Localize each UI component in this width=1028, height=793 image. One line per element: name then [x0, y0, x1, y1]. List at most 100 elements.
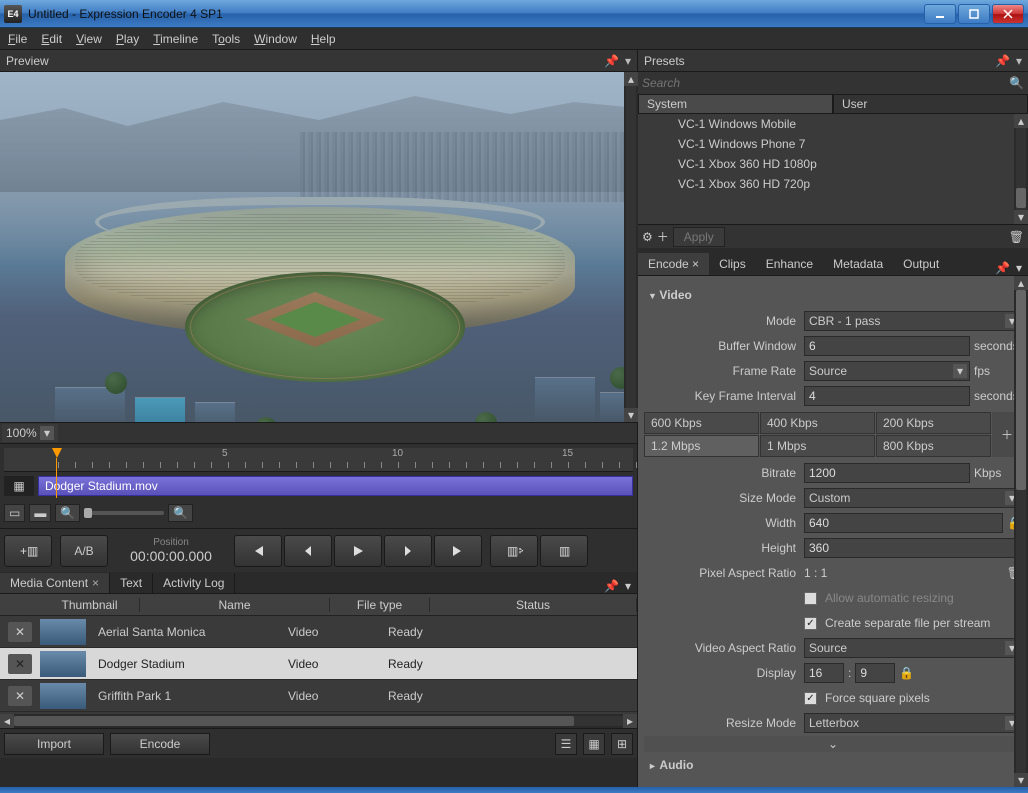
width-input[interactable] [804, 513, 1003, 533]
timeline-ruler[interactable]: 5 10 15 [4, 448, 633, 472]
zoom-slider[interactable] [84, 511, 164, 515]
create-separate-checkbox[interactable]: ✓ [804, 617, 817, 630]
grid-view-icon[interactable]: ▦ [583, 733, 605, 755]
preset-item[interactable]: VC-1 Windows Mobile [638, 114, 1028, 134]
dropdown-icon[interactable]: ▾ [1016, 54, 1022, 68]
pin-icon[interactable]: 📌 [995, 54, 1010, 68]
import-button[interactable]: Import [4, 733, 104, 755]
bitrate-cell[interactable]: 600 Kbps [644, 412, 759, 434]
bitrate-cell[interactable]: 1.2 Mbps [644, 435, 759, 457]
menu-play[interactable]: Play [116, 32, 139, 46]
close-button[interactable] [992, 4, 1024, 24]
expand-icon[interactable]: ⊞ [611, 733, 633, 755]
close-icon[interactable]: × [92, 576, 99, 590]
bitrate-cell[interactable]: 200 Kbps [876, 412, 991, 434]
ab-compare-button[interactable]: A/B [60, 535, 108, 567]
preview-scrollbar[interactable]: ▴ ▾ [624, 72, 638, 422]
menu-help[interactable]: Help [311, 32, 336, 46]
pin-icon[interactable]: 📌 [604, 579, 619, 593]
allow-resize-checkbox[interactable] [804, 592, 817, 605]
maximize-button[interactable] [958, 4, 990, 24]
table-row[interactable]: ✕Aerial Santa MonicaVideoReady [0, 616, 637, 648]
force-square-checkbox[interactable]: ✓ [804, 692, 817, 705]
dropdown-icon[interactable]: ▾ [625, 579, 631, 593]
cut-clip-button[interactable]: ▥✂ [490, 535, 538, 567]
settings-scrollbar[interactable]: ▴ ▾ [1014, 276, 1028, 787]
pin-icon[interactable]: 📌 [995, 261, 1010, 275]
keyframe-input[interactable] [804, 386, 970, 406]
preset-tab-user[interactable]: User [833, 94, 1028, 114]
preset-tab-system[interactable]: System [638, 94, 833, 114]
preset-item[interactable]: VC-1 Xbox 360 HD 1080p [638, 154, 1028, 174]
clip-settings-button[interactable]: ▥ [540, 535, 588, 567]
preview-viewport[interactable]: ▴ ▾ [0, 72, 638, 422]
tab-text[interactable]: Text [110, 573, 153, 593]
menu-file[interactable]: File [8, 32, 27, 46]
menu-view[interactable]: View [76, 32, 102, 46]
tab-media-content[interactable]: Media Content× [0, 573, 110, 593]
chevron-down-icon[interactable]: ▾ [40, 426, 54, 440]
preset-item[interactable]: VC-1 Windows Phone 7 [638, 134, 1028, 154]
go-end-button[interactable] [434, 535, 482, 567]
remove-row-button[interactable]: ✕ [8, 686, 32, 706]
preset-search-input[interactable] [642, 76, 1009, 90]
play-button[interactable] [334, 535, 382, 567]
timeline-view-2[interactable]: ▬ [29, 504, 51, 522]
zoom-select[interactable]: 100% ▾ [2, 424, 58, 442]
preset-scrollbar[interactable]: ▴ ▾ [1014, 114, 1028, 224]
tab-enhance[interactable]: Enhance [756, 253, 823, 275]
height-input[interactable] [804, 538, 1022, 558]
col-filetype[interactable]: File type [330, 598, 430, 612]
menu-window[interactable]: Window [254, 32, 297, 46]
playhead-icon[interactable] [52, 448, 62, 458]
gear-icon[interactable]: ⚙ [642, 230, 653, 244]
zoom-in-icon[interactable]: 🔍 [168, 504, 193, 522]
close-icon[interactable]: × [692, 257, 699, 271]
media-scrollbar[interactable]: ◂▸ [0, 714, 637, 728]
zoom-out-icon[interactable]: 🔍 [55, 504, 80, 522]
menu-edit[interactable]: Edit [41, 32, 62, 46]
buffer-input[interactable] [804, 336, 970, 356]
go-start-button[interactable] [234, 535, 282, 567]
table-row[interactable]: ✕Dodger StadiumVideoReady [0, 648, 637, 680]
tab-activity-log[interactable]: Activity Log [153, 573, 235, 593]
col-name[interactable]: Name [140, 598, 330, 612]
framerate-select[interactable]: Source▾ [804, 361, 970, 381]
table-row[interactable]: ✕Griffith Park 1VideoReady [0, 680, 637, 712]
tab-output[interactable]: Output [893, 253, 949, 275]
step-back-button[interactable] [284, 535, 332, 567]
remove-row-button[interactable]: ✕ [8, 622, 32, 642]
clip-bar[interactable]: Dodger Stadium.mov [38, 476, 633, 496]
step-forward-button[interactable] [384, 535, 432, 567]
menu-timeline[interactable]: Timeline [153, 32, 198, 46]
dropdown-icon[interactable]: ▾ [1016, 261, 1022, 275]
timeline-view-1[interactable]: ▭ [4, 504, 25, 522]
bitrate-cell[interactable]: 1 Mbps [760, 435, 875, 457]
col-status[interactable]: Status [430, 598, 637, 612]
display-h-input[interactable] [855, 663, 895, 683]
apply-preset-button[interactable]: Apply [673, 227, 725, 247]
lock-icon[interactable]: 🔒 [899, 666, 914, 680]
col-thumbnail[interactable]: Thumbnail [40, 598, 140, 612]
menu-tools[interactable]: Tools [212, 32, 240, 46]
sizemode-select[interactable]: Custom▾ [804, 488, 1022, 508]
remove-row-button[interactable]: ✕ [8, 654, 32, 674]
bitrate-cell[interactable]: 800 Kbps [876, 435, 991, 457]
search-icon[interactable]: 🔍 [1009, 76, 1024, 90]
audio-section-header[interactable]: Audio [644, 752, 1022, 778]
resizemode-select[interactable]: Letterbox▾ [804, 713, 1022, 733]
mode-select[interactable]: CBR - 1 pass▾ [804, 311, 1022, 331]
var-select[interactable]: Source▾ [804, 638, 1022, 658]
bitrate-input[interactable] [804, 463, 970, 483]
video-section-header[interactable]: Video [644, 282, 1022, 308]
tab-encode[interactable]: Encode × [638, 253, 709, 275]
add-marker-button[interactable]: +▥ [4, 535, 52, 567]
tab-metadata[interactable]: Metadata [823, 253, 893, 275]
display-w-input[interactable] [804, 663, 844, 683]
add-preset-icon[interactable]: ＋ [657, 228, 669, 245]
list-view-icon[interactable]: ☰ [555, 733, 577, 755]
pin-icon[interactable]: 📌 [604, 54, 619, 68]
dropdown-icon[interactable]: ▾ [625, 54, 631, 68]
encode-button[interactable]: Encode [110, 733, 210, 755]
delete-preset-icon[interactable]: 🗑 [1009, 230, 1024, 244]
